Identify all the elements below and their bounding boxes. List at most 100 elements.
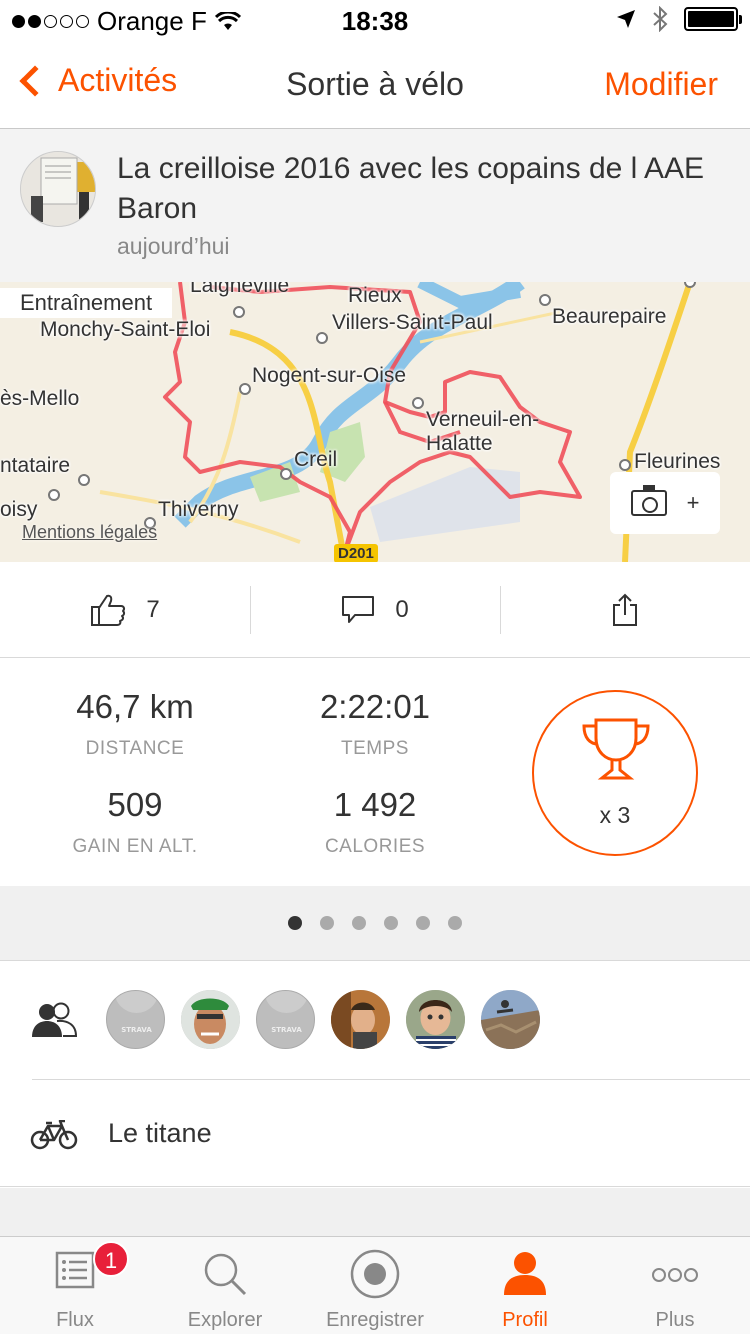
camera-icon — [630, 485, 667, 516]
tab-profil[interactable]: Profil — [450, 1237, 600, 1334]
record-icon — [350, 1249, 400, 1299]
map-place-label: Nogent-sur-Oise — [252, 364, 407, 387]
kudos-button[interactable]: 7 — [0, 562, 250, 658]
location-arrow-icon — [617, 10, 635, 28]
group-athletes-row[interactable]: STRAVA STRAVA — [0, 961, 750, 1081]
search-icon — [204, 1253, 247, 1296]
activity-title: La creilloise 2016 avec les copains de l… — [117, 152, 705, 225]
athlete-photo — [481, 990, 540, 1049]
stat-time: 2:22:01 TEMPS — [255, 688, 495, 760]
map-place-label: Thiverny — [158, 498, 239, 521]
athlete-photo — [21, 152, 95, 226]
edit-button[interactable]: Modifier — [604, 66, 718, 103]
athlete-list: STRAVA STRAVA — [106, 990, 540, 1049]
map-place-label: Beaurepaire — [552, 305, 667, 328]
tab-flux[interactable]: 1 Flux — [0, 1237, 150, 1334]
map-place-label: Verneuil-en-Halatte — [426, 408, 540, 455]
status-right — [616, 6, 742, 32]
map-place-label: Rieux — [348, 284, 402, 307]
activity-stats: 46,7 km DISTANCE 2:22:01 TEMPS 509 GAIN … — [0, 658, 750, 886]
athlete-avatar[interactable]: STRAVA — [256, 990, 315, 1049]
calories-value: 1 492 — [333, 786, 417, 823]
page-dot[interactable] — [352, 916, 366, 930]
bike-icon — [30, 1120, 78, 1150]
legal-link[interactable]: Mentions légales — [22, 522, 157, 543]
page-dot[interactable] — [320, 916, 334, 930]
tab-label: Profil — [502, 1309, 548, 1331]
trophy-count: x 3 — [599, 802, 631, 828]
default-avatar: STRAVA — [264, 991, 309, 1034]
time-value: 2:22:01 — [319, 688, 431, 725]
map-place-label: ntataire — [0, 454, 71, 477]
navigation-bar: Activités Sortie à vélo Modifier — [0, 40, 750, 129]
page-dot[interactable] — [384, 916, 398, 930]
athlete-avatar[interactable] — [406, 990, 465, 1049]
athlete-photo — [331, 990, 390, 1049]
social-actions: 7 0 — [0, 562, 750, 658]
trophy-icon — [582, 718, 650, 780]
comment-count: 0 — [395, 596, 409, 623]
activity-detail-screen: Orange F 18:38 Activités Sortie à vélo M… — [0, 0, 750, 1334]
share-button[interactable] — [500, 562, 750, 658]
tab-plus[interactable]: Plus — [600, 1237, 750, 1334]
add-photo-button[interactable]: + — [610, 472, 720, 534]
group-icon — [32, 1002, 78, 1037]
kudos-count: 7 — [146, 596, 160, 623]
page-dot[interactable] — [416, 916, 430, 930]
map-place-label: Creil — [294, 448, 338, 471]
page-dot[interactable] — [288, 916, 302, 930]
calories-label: CALORIES — [324, 836, 426, 857]
share-icon — [613, 593, 637, 626]
tab-bar: 1 Flux Explorer Enregistrer Profil Plus — [0, 1236, 750, 1334]
page-indicator[interactable] — [0, 886, 750, 961]
tab-label: Enregistrer — [326, 1309, 424, 1331]
activity-date: aujourd’hui — [117, 233, 230, 259]
elevation-value: 509 — [107, 786, 163, 823]
battery-icon — [684, 7, 742, 31]
athlete-avatar[interactable] — [331, 990, 390, 1049]
comment-button[interactable]: 0 — [250, 562, 500, 658]
time-label: TEMPS — [341, 738, 409, 759]
content-footer-spacer — [0, 1188, 750, 1236]
achievements-button[interactable]: x 3 — [532, 690, 698, 856]
svg-text:STRAVA: STRAVA — [121, 1026, 152, 1034]
map-place-label: Laigneville — [190, 282, 290, 297]
notification-badge: 1 — [93, 1241, 129, 1277]
bluetooth-icon — [653, 6, 668, 32]
gear-row[interactable]: Le titane — [0, 1080, 750, 1187]
map-place-label: Monchy-Saint-Eloi — [40, 318, 211, 341]
stat-elevation: 509 GAIN EN ALT. — [15, 786, 255, 858]
map-place-label: oisy — [0, 498, 38, 521]
activity-header: La creilloise 2016 avec les copains de l… — [0, 129, 750, 282]
stat-calories: 1 492 CALORIES — [255, 786, 495, 858]
feed-icon — [55, 1251, 95, 1289]
distance-label: DISTANCE — [85, 738, 185, 759]
profile-icon — [504, 1252, 546, 1295]
road-badge: D201 — [334, 544, 378, 562]
map-place-label: Villers-Saint-Paul — [332, 311, 493, 334]
route-map[interactable]: Laigneville Rieux Monchy-Saint-Eloi Vill… — [0, 282, 750, 562]
more-icon — [652, 1268, 698, 1282]
plus-icon: + — [686, 490, 700, 515]
bike-name: Le titane — [108, 1118, 212, 1148]
tab-label: Flux — [56, 1309, 94, 1331]
tab-explorer[interactable]: Explorer — [150, 1237, 300, 1334]
athlete-avatar[interactable] — [181, 990, 240, 1049]
elevation-label: GAIN EN ALT. — [72, 836, 198, 857]
athlete-avatar[interactable]: STRAVA — [106, 990, 165, 1049]
stat-distance: 46,7 km DISTANCE — [15, 688, 255, 760]
tab-label: Explorer — [187, 1309, 263, 1331]
map-place-label: ès-Mello — [0, 387, 80, 410]
athlete-photo — [181, 990, 240, 1049]
activity-type-label: Entraînement — [0, 288, 173, 318]
athlete-avatar[interactable] — [20, 151, 96, 227]
tab-label: Plus — [655, 1309, 695, 1331]
tab-enregistrer[interactable]: Enregistrer — [300, 1237, 450, 1334]
status-bar: Orange F 18:38 — [0, 0, 750, 40]
thumbs-up-icon — [91, 594, 126, 626]
default-avatar: STRAVA — [114, 991, 159, 1034]
distance-value: 46,7 km — [76, 688, 194, 725]
page-dot[interactable] — [448, 916, 462, 930]
comment-icon — [342, 596, 375, 623]
athlete-avatar[interactable] — [481, 990, 540, 1049]
